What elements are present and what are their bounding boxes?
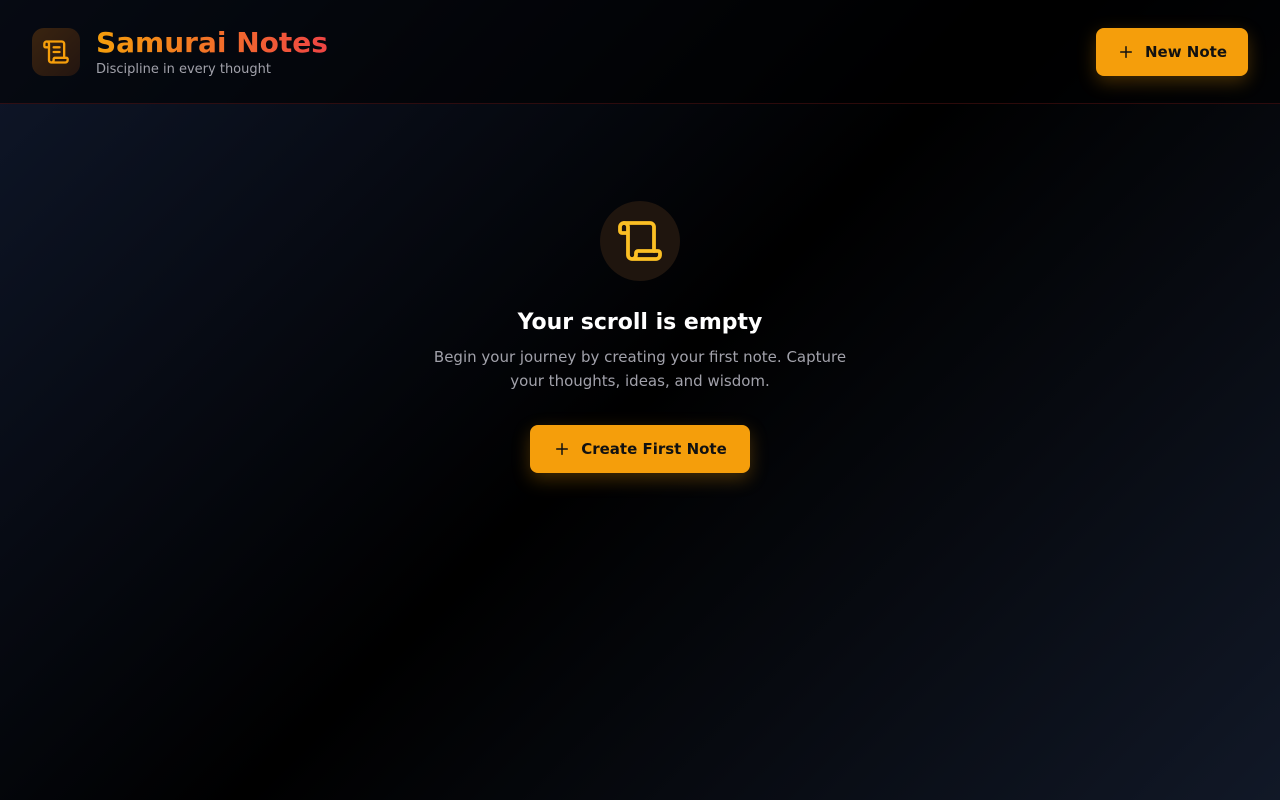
- app-logo: [32, 28, 80, 76]
- empty-state-description: Begin your journey by creating your firs…: [433, 348, 847, 390]
- scroll-icon: [618, 221, 662, 261]
- app-subtitle: Discipline in every thought: [96, 62, 271, 77]
- plus-icon: [556, 443, 569, 455]
- create-first-note-button[interactable]: Create First Note: [530, 425, 750, 473]
- app-header: Samurai Notes Discipline in every though…: [0, 0, 1280, 104]
- scroll-icon: [43, 40, 69, 64]
- new-note-label: New Note: [1144, 43, 1227, 61]
- create-first-note-label: Create First Note: [581, 440, 727, 458]
- plus-icon: [1119, 46, 1132, 58]
- new-note-button[interactable]: New Note: [1096, 28, 1248, 76]
- empty-state-title: Your scroll is empty: [517, 310, 763, 335]
- app-title: Samurai Notes: [96, 26, 328, 59]
- empty-state-icon-circle: [600, 201, 680, 281]
